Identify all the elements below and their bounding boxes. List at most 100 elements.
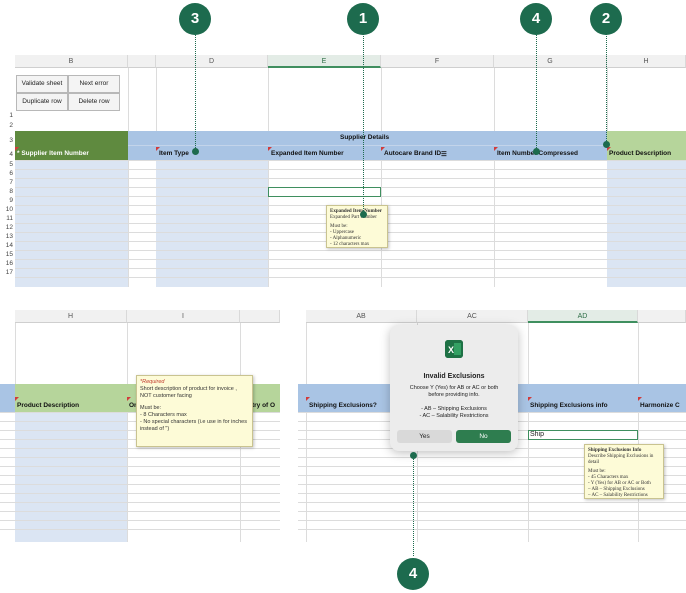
callout-leader-line	[606, 33, 607, 145]
callout-anchor-dot	[192, 148, 199, 155]
next-error-button[interactable]: Next error	[68, 75, 120, 93]
shipping-exclusions-info-header: Shipping Exclusions info	[530, 402, 608, 409]
column-header-e[interactable]: E	[268, 55, 381, 68]
gridline	[0, 448, 280, 449]
column-header-f[interactable]: F	[381, 55, 494, 68]
row-number[interactable]: 10	[0, 206, 15, 213]
gridline	[638, 323, 639, 542]
gridline	[0, 466, 280, 467]
callout-anchor-dot	[533, 148, 540, 155]
callout-leader-line	[363, 33, 364, 215]
tooltip-line: NOT customer facing	[140, 393, 192, 399]
gridline	[0, 484, 280, 485]
comment-indicator	[528, 397, 532, 401]
column-header-ac[interactable]: AC	[417, 310, 528, 323]
column-header-b[interactable]: B	[15, 55, 128, 68]
row-number[interactable]: 6	[0, 170, 15, 177]
tooltip-line: Expanded Part Number	[330, 215, 377, 220]
gridline	[15, 169, 686, 170]
supplier-item-number-header: * Supplier Item Number	[17, 150, 89, 157]
row-number[interactable]: 5	[0, 161, 15, 168]
callout-anchor-dot	[360, 211, 367, 218]
gridline	[0, 502, 280, 503]
autocare-brand-id-header: Autocare Brand ID	[384, 150, 442, 157]
column-header-h[interactable]: H	[15, 310, 127, 323]
tooltip-line: Must be:	[140, 405, 162, 411]
item-type-header: Item Type	[159, 150, 189, 157]
product-description-header: Product Description	[17, 402, 80, 409]
gridline	[298, 511, 686, 512]
gridline	[0, 493, 280, 494]
expanded-item-number-tooltip: Expanded Item Number Expanded Part Numbe…	[326, 205, 388, 248]
row-number[interactable]: 17	[0, 269, 15, 276]
tooltip-line: - 12 characters max	[330, 242, 370, 247]
row-number[interactable]: 4	[0, 151, 15, 158]
tooltip-line: - No special characters (i.e use in for …	[140, 419, 247, 425]
comment-indicator	[306, 397, 310, 401]
dialog-message-line: - AB – Shipping Exclusions	[421, 406, 487, 412]
column-header-g[interactable]: G	[494, 55, 607, 68]
callout-anchor-dot	[410, 452, 417, 459]
duplicate-row-button[interactable]: Duplicate row	[16, 93, 68, 111]
validate-sheet-button[interactable]: Validate sheet	[16, 75, 68, 93]
dialog-title: Invalid Exclusions	[423, 373, 485, 380]
gridline	[15, 259, 686, 260]
row-number[interactable]: 1	[0, 112, 15, 119]
supplier-details-group-header: Supplier Details	[340, 134, 390, 141]
tooltip-line: - 8 Characters max	[140, 412, 187, 418]
column-header-ae[interactable]	[638, 310, 686, 323]
callout-anchor-dot	[603, 141, 610, 148]
svg-text:X: X	[448, 345, 454, 355]
row-number[interactable]: 13	[0, 233, 15, 240]
callout-badge-4: 4	[520, 3, 552, 35]
gridline	[15, 160, 686, 161]
product-description-tooltip: *Required Short description of product f…	[136, 375, 253, 447]
required-label: *Required	[140, 379, 165, 385]
harmonized-code-header-partial: Harmonize C	[640, 402, 680, 409]
row-number[interactable]: 16	[0, 260, 15, 267]
row-number[interactable]: 12	[0, 224, 15, 231]
comment-indicator	[15, 147, 19, 151]
invalid-exclusions-dialog: X Invalid Exclusions Choose Y (Yes) for …	[390, 325, 518, 451]
row-number[interactable]: 15	[0, 251, 15, 258]
column-header-ad[interactable]: AD	[528, 310, 638, 323]
top-spreadsheet-panel: B D E F G H Validate sheet Next error Du…	[0, 55, 686, 287]
filter-icon[interactable]: ☰	[441, 150, 447, 158]
row-number[interactable]: 3	[0, 137, 15, 144]
bottom-left-spreadsheet-panel: H I Product Description On ntry of O *Re…	[0, 310, 280, 542]
expanded-item-number-header: Expanded Item Number	[271, 150, 344, 157]
active-cell-shipping-exclusions-info[interactable]: Ship	[528, 430, 638, 440]
column-header-h[interactable]: H	[607, 55, 686, 68]
column-header-ab[interactable]: AB	[306, 310, 417, 323]
gridline	[15, 268, 686, 269]
gridline	[15, 178, 686, 179]
row-number[interactable]: 9	[0, 197, 15, 204]
column-band	[15, 412, 127, 542]
no-button[interactable]: No	[456, 430, 511, 443]
column-header-j[interactable]	[240, 310, 280, 323]
row-number[interactable]: 14	[0, 242, 15, 249]
selected-cell[interactable]	[268, 187, 381, 197]
comment-indicator	[15, 397, 19, 401]
header-cell	[0, 384, 15, 412]
gridline	[298, 529, 686, 530]
gridline	[127, 323, 128, 542]
shipping-exclusions-info-tooltip: Shipping Exclusions Info Describe Shippi…	[584, 444, 664, 499]
row-number[interactable]: 7	[0, 179, 15, 186]
column-header-i[interactable]: I	[127, 310, 240, 323]
column-header-c[interactable]	[128, 55, 156, 68]
dialog-message-line: before providing info.	[428, 392, 480, 398]
callout-leader-line	[195, 33, 196, 152]
row-number[interactable]: 2	[0, 122, 15, 129]
column-header-d[interactable]: D	[156, 55, 268, 68]
row-number[interactable]: 11	[0, 215, 15, 222]
tooltip-line: Short description of product for invoice…	[140, 386, 237, 392]
callout-leader-line	[413, 456, 414, 556]
yes-button[interactable]: Yes	[397, 430, 452, 443]
dialog-message-line: Choose Y (Yes) for AB or AC or both	[409, 385, 499, 391]
excel-icon: X	[445, 340, 463, 358]
gridline	[0, 475, 280, 476]
row-number[interactable]: 8	[0, 188, 15, 195]
delete-row-button[interactable]: Delete row	[68, 93, 120, 111]
shipping-exclusions-header: Shipping Exclusions?	[309, 402, 377, 409]
